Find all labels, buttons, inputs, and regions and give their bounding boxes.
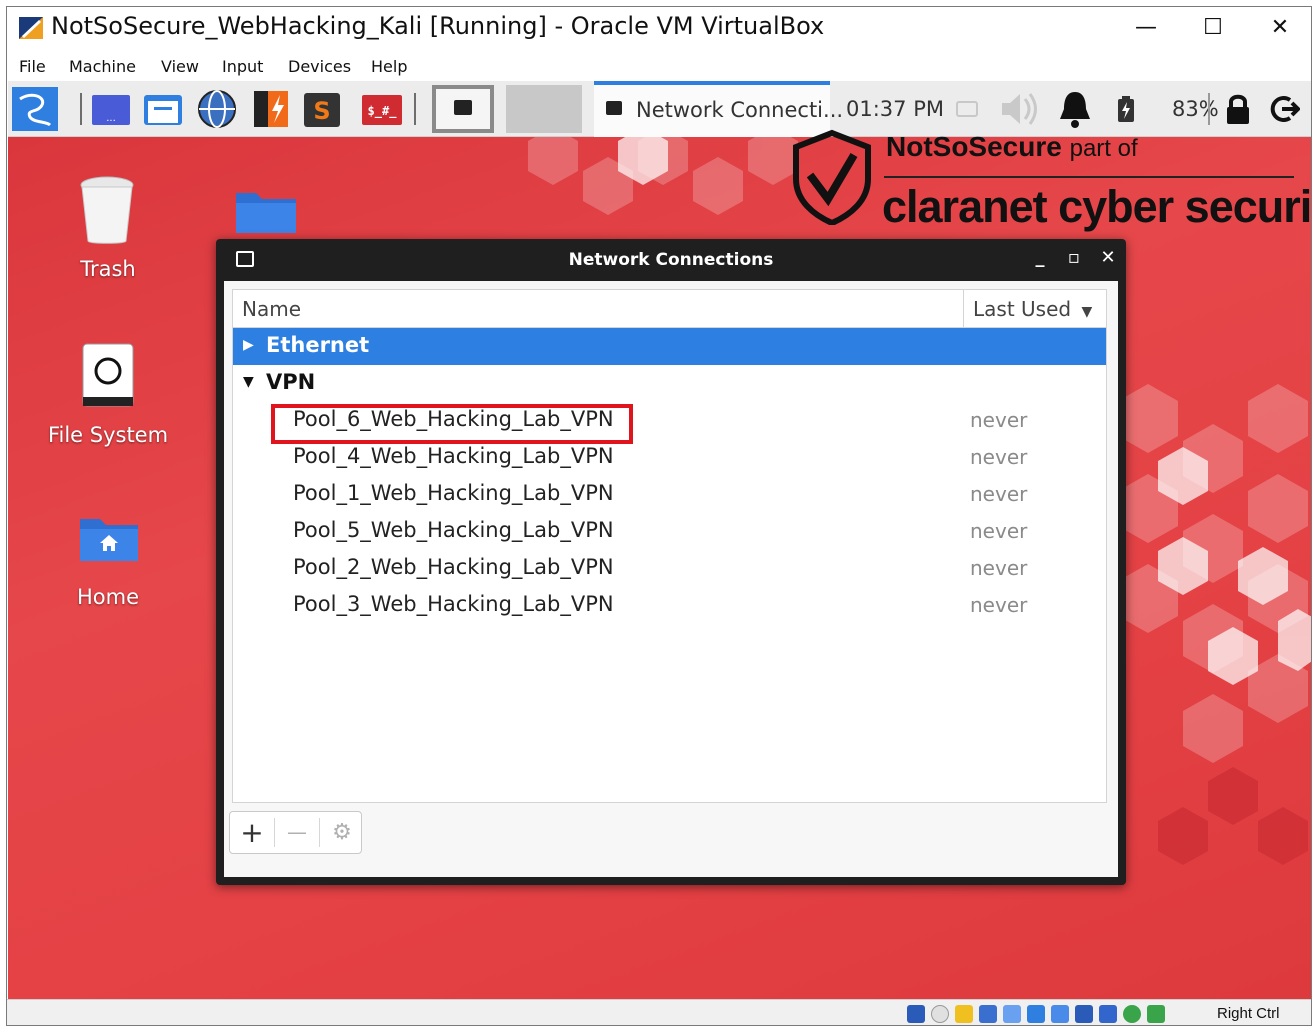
group-row-ethernet[interactable]: ▶ Ethernet xyxy=(233,328,1106,365)
vm-status-bar: Right Ctrl xyxy=(7,999,1311,1025)
sublime-text-icon[interactable]: S xyxy=(302,89,342,129)
settings-gear-icon[interactable]: ⚙ xyxy=(320,812,364,853)
guest-additions-icon[interactable] xyxy=(1123,1005,1141,1023)
battery-icon[interactable] xyxy=(1116,95,1136,123)
display-icon[interactable] xyxy=(956,101,978,117)
volume-icon[interactable] xyxy=(998,91,1042,127)
recording-icon[interactable] xyxy=(1075,1005,1093,1023)
minimize-button[interactable]: — xyxy=(1123,11,1169,45)
connection-row[interactable]: Pool_1_Web_Hacking_Lab_VPN never xyxy=(233,476,1106,513)
menu-devices[interactable]: Devices xyxy=(288,57,351,76)
notsosecure-shield-logo xyxy=(793,129,871,225)
notification-bell-icon[interactable] xyxy=(1056,89,1094,129)
connection-list: Name Last Used ▼ ▶ Ethernet ▼ VPN Pool_6… xyxy=(232,289,1107,803)
folder-icon[interactable] xyxy=(234,187,298,235)
dialog-close-button[interactable]: ✕ xyxy=(1096,247,1120,268)
hard-disk-icon[interactable] xyxy=(907,1005,925,1023)
usb-icon[interactable] xyxy=(1003,1005,1021,1023)
dialog-body: Name Last Used ▼ ▶ Ethernet ▼ VPN Pool_6… xyxy=(224,281,1118,877)
connection-row[interactable]: Pool_5_Web_Hacking_Lab_VPN never xyxy=(233,513,1106,550)
clock[interactable]: 01:37 PM xyxy=(846,97,944,121)
window-title: NotSoSecure_WebHacking_Kali [Running] - … xyxy=(51,12,825,40)
column-name-header[interactable]: Name xyxy=(242,297,301,321)
panel-separator xyxy=(414,93,416,125)
kali-top-panel: ... S $_#_ Network Connecti... 01:37 PM … xyxy=(8,81,1311,137)
logo-divider xyxy=(884,176,1294,178)
display-status-icon[interactable] xyxy=(1051,1005,1069,1023)
virtualbox-app-icon xyxy=(19,17,43,39)
guest-screen: ... S $_#_ Network Connecti... 01:37 PM … xyxy=(8,81,1312,999)
logout-icon[interactable] xyxy=(1270,95,1300,123)
kali-menu-icon[interactable] xyxy=(12,87,58,131)
close-button[interactable]: ✕ xyxy=(1257,11,1303,45)
expand-arrow-icon[interactable]: ▶ xyxy=(243,337,254,353)
file-manager-icon[interactable] xyxy=(140,89,186,129)
menu-help[interactable]: Help xyxy=(371,57,407,76)
svg-text:$_#_: $_#_ xyxy=(368,104,398,119)
panel-separator xyxy=(80,93,82,125)
network-icon[interactable] xyxy=(979,1005,997,1023)
network-connections-dialog: Network Connections _ ▫ ✕ Name Last Used… xyxy=(216,239,1126,885)
desktop-icon-trash[interactable]: Trash xyxy=(48,171,168,291)
logo-brand: NotSoSecure part of xyxy=(886,131,1138,162)
svg-text:S: S xyxy=(313,97,330,125)
dialog-title: Network Connections xyxy=(568,250,774,270)
drive-icon xyxy=(82,343,134,407)
dialog-maximize-button[interactable]: ▫ xyxy=(1062,247,1086,268)
menu-view[interactable]: View xyxy=(161,57,199,76)
burp-suite-icon[interactable] xyxy=(248,89,294,129)
connection-row[interactable]: Pool_2_Web_Hacking_Lab_VPN never xyxy=(233,550,1106,587)
panel-separator xyxy=(1208,93,1210,125)
desktop-icon-home[interactable]: Home xyxy=(48,511,168,621)
menu-input[interactable]: Input xyxy=(222,57,263,76)
optical-drive-icon[interactable] xyxy=(931,1005,949,1023)
menu-bar: File Machine View Input Devices Help xyxy=(7,51,1311,81)
logo-company: claranet cyber security xyxy=(882,181,1312,232)
menu-machine[interactable]: Machine xyxy=(69,57,136,76)
show-desktop-icon[interactable]: ... xyxy=(90,89,132,129)
group-row-vpn[interactable]: ▼ VPN xyxy=(233,365,1106,402)
connection-row[interactable]: Pool_4_Web_Hacking_Lab_VPN never xyxy=(233,439,1106,476)
menu-file[interactable]: File xyxy=(19,57,46,76)
window-icon xyxy=(606,101,622,115)
remove-connection-button[interactable]: — xyxy=(275,812,319,853)
mouse-integration-icon[interactable] xyxy=(1147,1005,1165,1023)
column-last-used-header[interactable]: Last Used ▼ xyxy=(973,297,1092,321)
web-browser-icon[interactable] xyxy=(194,89,240,129)
maximize-button[interactable]: ☐ xyxy=(1190,11,1236,45)
dialog-minimize-button[interactable]: _ xyxy=(1028,247,1052,268)
home-folder-icon xyxy=(80,519,138,561)
collapse-arrow-icon[interactable]: ▼ xyxy=(243,374,254,390)
lock-screen-icon[interactable] xyxy=(1224,93,1252,125)
connection-toolbar: + — ⚙ xyxy=(229,811,362,854)
connection-row[interactable]: Pool_3_Web_Hacking_Lab_VPN never xyxy=(233,587,1106,624)
virtualbox-window: NotSoSecure_WebHacking_Kali [Running] - … xyxy=(6,6,1312,1026)
sort-down-icon: ▼ xyxy=(1081,304,1093,320)
desktop-icon-file-system[interactable]: File System xyxy=(38,337,178,457)
battery-percentage: 83% xyxy=(1172,97,1219,121)
svg-text:...: ... xyxy=(106,113,116,124)
title-bar: NotSoSecure_WebHacking_Kali [Running] - … xyxy=(7,7,1311,49)
trash-icon xyxy=(80,176,134,244)
workspace-1-button[interactable] xyxy=(432,85,494,133)
shared-folders-icon[interactable] xyxy=(1027,1005,1045,1023)
add-connection-button[interactable]: + xyxy=(230,812,274,853)
workspace-2-button[interactable] xyxy=(506,85,582,133)
list-header: Name Last Used ▼ xyxy=(233,290,1106,328)
highlight-box xyxy=(271,404,633,444)
task-label: Network Connecti... xyxy=(636,98,844,122)
host-key-label: Right Ctrl xyxy=(1217,1005,1280,1022)
terminal-icon[interactable]: $_#_ xyxy=(360,89,404,129)
column-separator xyxy=(963,290,964,328)
audio-icon[interactable] xyxy=(955,1005,973,1023)
cpu-icon[interactable] xyxy=(1099,1005,1117,1023)
